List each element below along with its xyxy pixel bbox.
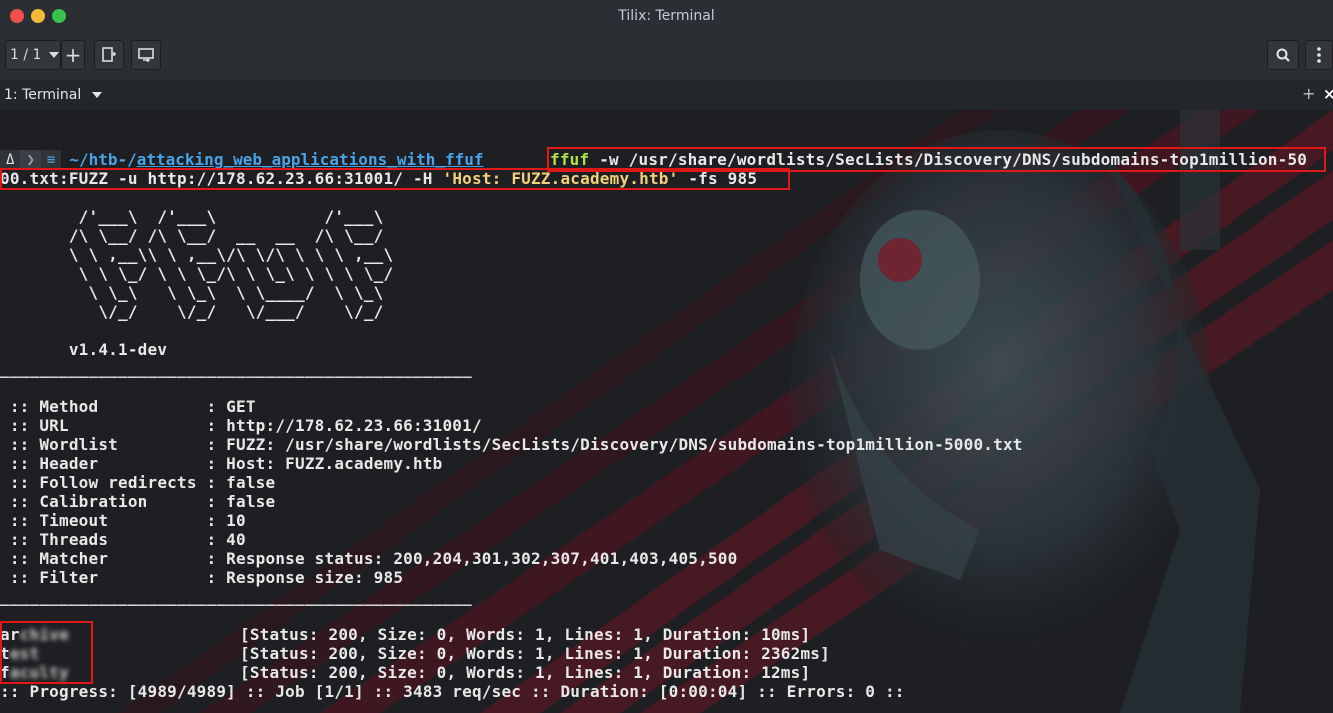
option-row: :: Header : Host: FUZZ.academy.htb xyxy=(0,454,443,473)
prompt-os-segment: Δ xyxy=(0,150,21,169)
result-info: [Status: 200, Size: 0, Words: 1, Lines: … xyxy=(240,663,811,682)
option-row: :: URL : http://178.62.23.66:31001/ xyxy=(0,416,482,435)
title-bar: Tilix: Terminal xyxy=(0,0,1333,34)
option-row: :: Matcher : Response status: 200,204,30… xyxy=(0,549,738,568)
option-row: :: Wordlist : FUZZ: /usr/share/wordlists… xyxy=(0,435,1023,454)
banner-line: /'___\ /'___\ /'___\ xyxy=(0,207,384,226)
add-terminal-button[interactable] xyxy=(94,40,124,70)
option-row: :: Calibration : false xyxy=(0,492,276,511)
terminal-title: 1: Terminal xyxy=(4,87,82,103)
progress-line: :: Progress: [4989/4989] :: Job [1/1] ::… xyxy=(0,682,905,701)
tilix-window: Tilix: Terminal 1 / 1 + 1: Terminal + × … xyxy=(0,0,1333,713)
prompt-arrow-segment: ❯ xyxy=(20,150,41,169)
plus-icon: + xyxy=(64,43,82,67)
version-line: v1.4.1-dev xyxy=(0,340,168,359)
option-row: :: Timeout : 10 xyxy=(0,511,246,530)
separator-line: ________________________________________… xyxy=(0,587,472,606)
menu-button[interactable] xyxy=(1305,40,1333,70)
result-info: [Status: 200, Size: 0, Words: 1, Lines: … xyxy=(240,644,830,663)
split-terminal-icon[interactable]: + xyxy=(1302,84,1315,103)
prompt-path: ~/htb-/attacking_web_applications_with_f… xyxy=(69,150,484,169)
session-switcher[interactable]: 1 / 1 xyxy=(5,40,61,70)
shell-prompt: Δ ❯ ≡ ~/htb-/attacking_web_applications_… xyxy=(0,150,484,169)
add-terminal-icon xyxy=(102,47,116,62)
folder-icon: ≡ xyxy=(46,151,56,168)
banner-line: /\ \__/ /\ \__/ __ __ /\ \__/ xyxy=(0,226,384,245)
highlight-box-command-cont xyxy=(0,168,790,190)
linux-logo-icon: Δ xyxy=(6,151,15,168)
prompt-dir-segment: ≡ xyxy=(40,150,62,169)
toolbar: 1 / 1 + xyxy=(0,34,1333,81)
close-terminal-icon[interactable]: × xyxy=(1323,85,1333,103)
terminal-header: 1: Terminal + × xyxy=(0,80,1333,110)
sync-input-button[interactable] xyxy=(131,40,161,70)
highlight-box-results xyxy=(0,621,93,684)
banner-line: \/_/ \/_/ \/___/ \/_/ xyxy=(0,302,384,321)
kebab-menu-icon xyxy=(1317,47,1321,63)
terminal-output[interactable]: Δ ❯ ≡ ~/htb-/attacking_web_applications_… xyxy=(0,110,1333,713)
terminal-title-dropdown[interactable]: 1: Terminal xyxy=(4,87,102,103)
session-label: 1 / 1 xyxy=(10,47,42,63)
option-row: :: Follow redirects : false xyxy=(0,473,276,492)
separator-line: ________________________________________… xyxy=(0,359,472,378)
option-row: :: Threads : 40 xyxy=(0,530,246,549)
sync-input-icon xyxy=(138,48,154,62)
search-icon xyxy=(1276,48,1290,62)
search-button[interactable] xyxy=(1267,40,1299,70)
banner-line: \ \_\ \ \_\ \ \____/ \ \_\ xyxy=(0,283,384,302)
chevron-right-icon: ❯ xyxy=(26,151,35,168)
window-title: Tilix: Terminal xyxy=(618,8,715,24)
option-row: :: Method : GET xyxy=(0,397,256,416)
banner-line: \ \ ,__\\ \ ,__\/\ \/\ \ \ \ ,__\ xyxy=(0,245,394,264)
chevron-down-icon xyxy=(49,52,60,58)
result-info: [Status: 200, Size: 0, Words: 1, Lines: … xyxy=(240,625,811,644)
banner-line: \ \ \_/ \ \ \_/\ \ \_\ \ \ \ \_/ xyxy=(0,264,394,283)
chevron-down-icon xyxy=(91,92,102,98)
option-row: :: Filter : Response size: 985 xyxy=(0,568,404,587)
add-session-button[interactable]: + xyxy=(61,40,85,70)
